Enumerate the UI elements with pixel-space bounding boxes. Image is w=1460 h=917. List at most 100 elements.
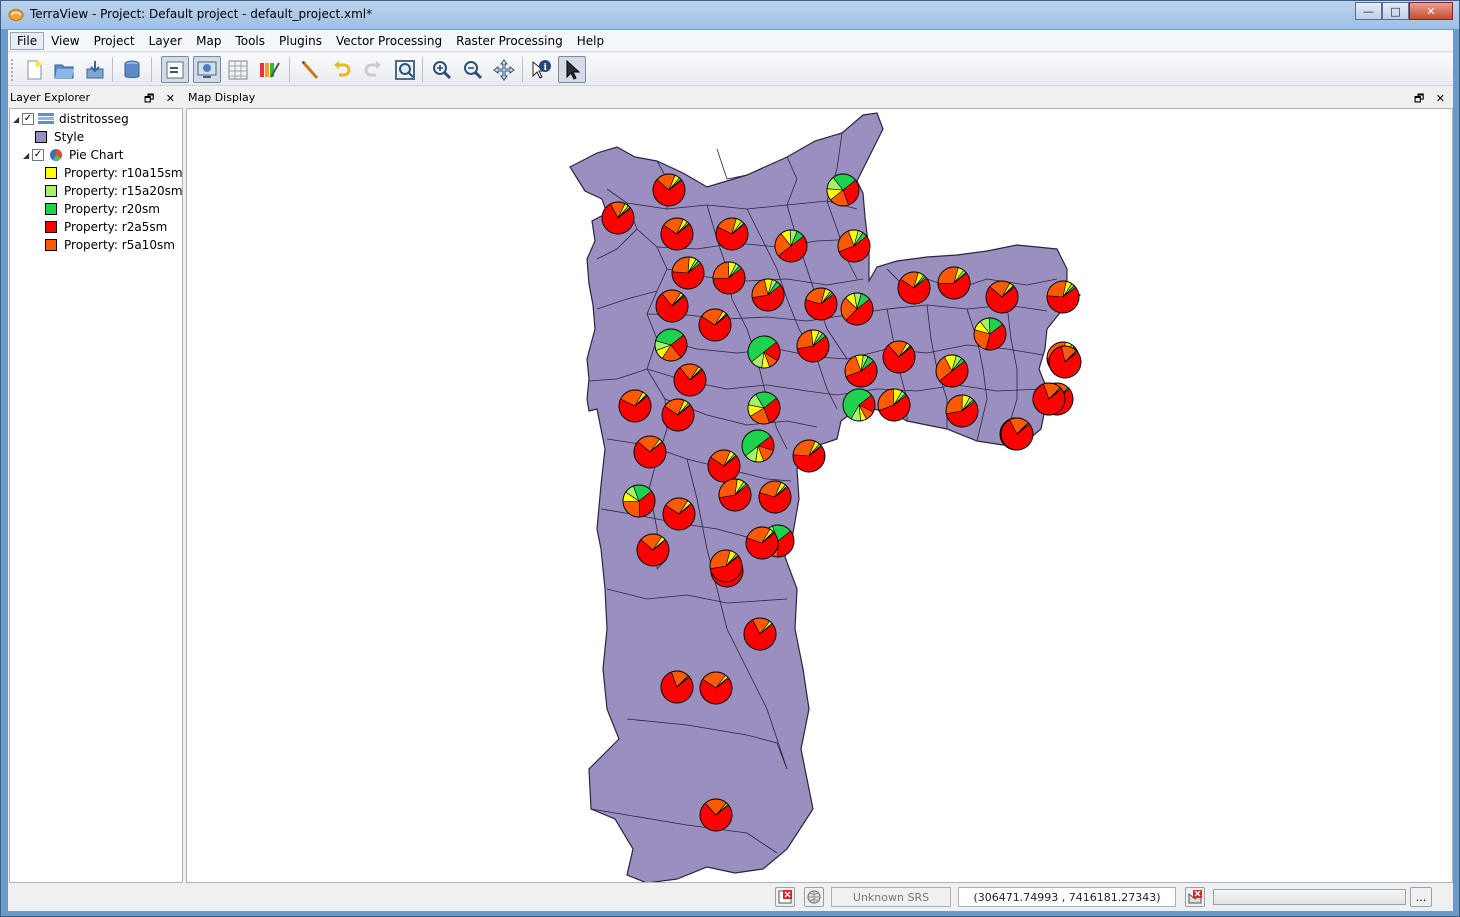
district-pie-chart[interactable] [601,201,635,235]
district-pie-chart[interactable] [622,484,656,518]
srs-button[interactable] [804,887,824,907]
layer-visibility-checkbox[interactable]: ✓ [22,113,34,125]
more-button[interactable]: ... [1410,887,1432,907]
style-explorer-button[interactable] [255,56,283,83]
layer-explorer-dock-controls[interactable]: 🗗 ✕ [144,90,179,109]
district-pie-chart[interactable] [1046,280,1080,314]
menu-raster-processing[interactable]: Raster Processing [449,32,570,50]
district-pie-chart[interactable] [747,391,781,425]
district-pie-chart[interactable] [633,435,667,469]
district-pie-chart[interactable] [758,480,792,514]
district-pie-chart[interactable] [796,329,830,363]
info-button[interactable]: i [527,56,555,83]
district-pie-chart[interactable] [747,335,781,369]
layer-explorer-button[interactable] [161,56,189,83]
district-pie-chart[interactable] [935,354,969,388]
measure-distance-button[interactable] [296,56,324,83]
menu-help[interactable]: Help [570,32,611,50]
district-pie-chart[interactable] [712,261,746,295]
district-pie-chart[interactable] [698,308,732,342]
district-pie-chart[interactable] [661,398,695,432]
zoom-out-button[interactable] [459,56,487,83]
district-pie-chart[interactable] [945,394,979,428]
district-pie-chart[interactable] [660,670,694,704]
menu-map[interactable]: Map [189,32,228,50]
district-pie-chart[interactable] [673,363,707,397]
stop-drawing-button[interactable] [775,887,795,907]
map-display-button[interactable] [193,56,221,83]
district-pie-chart[interactable] [751,278,785,312]
district-pie-chart[interactable] [804,287,838,321]
district-pie-chart[interactable] [826,173,860,207]
district-pie-chart[interactable] [844,354,878,388]
district-pie-chart[interactable] [842,388,876,422]
district-pie-chart[interactable] [618,389,652,423]
menu-view[interactable]: View [44,32,86,50]
district-pie-chart[interactable] [662,497,696,531]
district-pie-chart[interactable] [937,266,971,300]
district-pie-chart[interactable] [973,317,1007,351]
save-project-button[interactable] [81,56,109,83]
data-table-button[interactable] [224,56,252,83]
district-pie-chart[interactable] [654,328,688,362]
district-pie-chart[interactable] [897,271,931,305]
tree-item-distritosseg[interactable]: ◢ ✓ distritosseg [13,110,129,128]
district-pie-chart[interactable] [882,340,916,374]
district-pie-chart[interactable] [671,256,705,290]
district-pie-chart[interactable] [709,549,743,583]
district-pie-chart[interactable] [985,280,1019,314]
district-pie-chart[interactable] [655,289,689,323]
pan-button[interactable] [490,56,518,83]
database-button[interactable] [118,56,146,83]
open-project-button[interactable] [50,56,78,83]
close-button[interactable]: ✕ [1409,2,1453,20]
map-display-dock-controls[interactable]: 🗗 ✕ [1414,90,1449,109]
menu-file[interactable]: File [10,31,45,50]
maximize-button[interactable]: □ [1382,2,1409,20]
map-canvas[interactable] [186,108,1453,883]
district-pie-chart[interactable] [837,229,871,263]
selection-button[interactable] [558,56,586,83]
menu-layer[interactable]: Layer [142,32,189,50]
toolbar-grip[interactable] [11,59,14,81]
undo-button[interactable] [328,56,356,83]
district-pie-chart[interactable] [877,388,911,422]
district-pie-chart[interactable] [707,449,741,483]
district-pie-chart[interactable] [1048,345,1082,379]
district-pie-chart[interactable] [699,671,733,705]
stop-processing-button[interactable] [1185,887,1205,907]
district-pie-chart[interactable] [1032,382,1066,416]
tree-item-style[interactable]: Style [35,128,84,146]
district-pie-chart[interactable] [1000,417,1034,451]
globe-icon [807,890,821,904]
menu-tools[interactable]: Tools [228,32,272,50]
district-pie-chart[interactable] [699,798,733,832]
collapse-arrow-icon[interactable]: ◢ [13,115,22,124]
zoom-in-button[interactable] [428,56,456,83]
legend-item: Property: r2a5sm [45,218,167,236]
menu-plugins[interactable]: Plugins [272,32,329,50]
district-pie-chart[interactable] [718,478,752,512]
district-pie-chart[interactable] [745,526,779,560]
district-pie-chart[interactable] [741,429,775,463]
minimize-button[interactable]: — [1355,2,1382,20]
district-pie-chart[interactable] [774,229,808,263]
layer-explorer-title: Layer Explorer [10,91,90,104]
new-project-button[interactable] [20,56,48,83]
redo-button[interactable] [359,56,387,83]
tree-item-pie-chart[interactable]: ◢ ✓ Pie Chart [23,146,123,164]
district-pie-chart[interactable] [636,533,670,567]
collapse-arrow-icon[interactable]: ◢ [23,151,32,160]
menu-project[interactable]: Project [87,32,142,50]
menu-vector-processing[interactable]: Vector Processing [329,32,449,50]
district-pie-chart[interactable] [660,217,694,251]
district-pie-chart[interactable] [652,173,686,207]
district-pie-chart[interactable] [840,292,874,326]
district-pie-chart[interactable] [715,217,749,251]
district-pie-chart[interactable] [743,617,777,651]
zoom-extent-icon [395,59,415,80]
chart-visibility-checkbox[interactable]: ✓ [32,149,44,161]
district-pie-chart[interactable] [792,439,826,473]
map-svg[interactable] [187,109,1453,883]
zoom-extent-button[interactable] [391,56,419,83]
